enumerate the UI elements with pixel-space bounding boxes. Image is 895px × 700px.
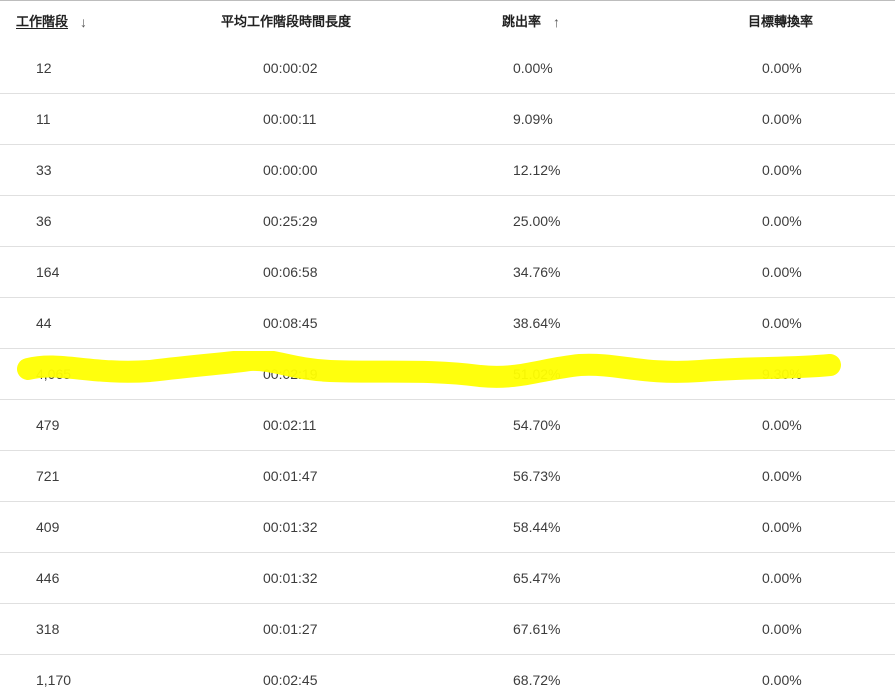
bounce-rate-cell: 68.72%: [513, 672, 561, 688]
avg-duration-cell: 00:06:58: [263, 264, 318, 280]
goal-conversion-cell: 0.00%: [762, 519, 802, 535]
goal-conversion-cell: 0.00%: [762, 417, 802, 433]
sessions-cell: 1,170: [36, 672, 72, 688]
goal-conversion-cell: 9.30%: [762, 366, 802, 382]
avg-duration-cell: 00:08:45: [263, 315, 318, 331]
bounce-rate-cell: 25.00%: [513, 213, 561, 229]
table-row: 1,170 00:02:45 68.72% 0.00%: [0, 655, 895, 700]
table-row: 11 00:00:11 9.09% 0.00%: [0, 94, 895, 145]
avg-duration-cell: 00:02:45: [263, 672, 318, 688]
goal-conversion-cell: 0.00%: [762, 60, 802, 76]
bounce-rate-cell: 34.76%: [513, 264, 561, 280]
bounce-rate-header-label[interactable]: 跳出率: [502, 14, 541, 29]
bounce-rate-cell: 56.73%: [513, 468, 561, 484]
avg-duration-cell: 00:01:27: [263, 621, 318, 637]
table-row: 479 00:02:11 54.70% 0.00%: [0, 400, 895, 451]
sessions-cell: 33: [36, 162, 52, 178]
avg-duration-cell: 00:00:00: [263, 162, 318, 178]
analytics-table: 工作階段 ↓ 平均工作階段時間長度 跳出率 ↑ 目標轉換率 12 00:00:02 0.…: [0, 0, 895, 700]
bounce-rate-cell: 67.61%: [513, 621, 561, 637]
table-row: 33 00:00:00 12.12% 0.00%: [0, 145, 895, 196]
bounce-rate-cell: 12.12%: [513, 162, 561, 178]
avg-duration-cell: 00:02:11: [263, 417, 317, 433]
goal-conversion-cell: 0.00%: [762, 315, 802, 331]
sessions-column-header[interactable]: 工作階段 ↓: [16, 1, 87, 43]
goal-conversion-cell: 0.00%: [762, 570, 802, 586]
table-header: 工作階段 ↓ 平均工作階段時間長度 跳出率 ↑ 目標轉換率: [0, 1, 895, 43]
bounce-rate-cell: 9.09%: [513, 111, 553, 127]
sessions-cell: 318: [36, 621, 60, 637]
avg-duration-cell: 00:00:11: [263, 111, 317, 127]
sessions-cell: 44: [36, 315, 52, 331]
avg-duration-cell: 00:00:02: [263, 60, 318, 76]
goal-conversion-cell: 0.00%: [762, 264, 802, 280]
sort-descending-icon[interactable]: ↓: [80, 1, 87, 43]
sessions-cell: 36: [36, 213, 52, 229]
sessions-cell: 446: [36, 570, 60, 586]
table-row: 446 00:01:32 65.47% 0.00%: [0, 553, 895, 604]
bounce-rate-cell: 51.02%: [513, 366, 561, 382]
sessions-cell: 479: [36, 417, 60, 433]
bounce-rate-cell: 54.70%: [513, 417, 561, 433]
sessions-cell: 12: [36, 60, 52, 76]
sessions-cell: 4,065: [36, 366, 72, 382]
bounce-rate-column-header[interactable]: 跳出率 ↑: [502, 1, 560, 43]
goal-conversion-column-header[interactable]: 目標轉換率: [748, 1, 813, 43]
sessions-cell: 11: [36, 111, 51, 127]
table-row: 12 00:00:02 0.00% 0.00%: [0, 43, 895, 94]
goal-conversion-cell: 0.00%: [762, 111, 802, 127]
sessions-cell: 409: [36, 519, 60, 535]
table-row: 318 00:01:27 67.61% 0.00%: [0, 604, 895, 655]
avg-duration-cell: 00:02:19: [263, 366, 318, 382]
table-body: 12 00:00:02 0.00% 0.00% 11 00:00:11 9.09% 0.00%…: [0, 43, 895, 700]
bounce-rate-cell: 65.47%: [513, 570, 561, 586]
goal-conversion-cell: 0.00%: [762, 468, 802, 484]
table-row: 4,065 00:02:19 51.02% 9.30%: [0, 349, 895, 400]
sessions-cell: 164: [36, 264, 60, 280]
goal-conversion-cell: 0.00%: [762, 672, 802, 688]
table-row: 44 00:08:45 38.64% 0.00%: [0, 298, 895, 349]
sessions-cell: 721: [36, 468, 60, 484]
avg-duration-cell: 00:25:29: [263, 213, 318, 229]
avg-duration-cell: 00:01:32: [263, 519, 318, 535]
table-row: 36 00:25:29 25.00% 0.00%: [0, 196, 895, 247]
goal-conversion-cell: 0.00%: [762, 621, 802, 637]
sort-ascending-icon[interactable]: ↑: [553, 1, 560, 43]
goal-conversion-cell: 0.00%: [762, 213, 802, 229]
table-row: 164 00:06:58 34.76% 0.00%: [0, 247, 895, 298]
goal-conversion-header-label[interactable]: 目標轉換率: [748, 14, 813, 29]
table-row: 721 00:01:47 56.73% 0.00%: [0, 451, 895, 502]
table-row: 409 00:01:32 58.44% 0.00%: [0, 502, 895, 553]
bounce-rate-cell: 58.44%: [513, 519, 561, 535]
avg-duration-header-label[interactable]: 平均工作階段時間長度: [221, 14, 351, 29]
avg-duration-column-header[interactable]: 平均工作階段時間長度: [221, 1, 351, 43]
bounce-rate-cell: 38.64%: [513, 315, 561, 331]
bounce-rate-cell: 0.00%: [513, 60, 553, 76]
avg-duration-cell: 00:01:32: [263, 570, 318, 586]
sessions-header-label[interactable]: 工作階段: [16, 14, 68, 29]
goal-conversion-cell: 0.00%: [762, 162, 802, 178]
avg-duration-cell: 00:01:47: [263, 468, 318, 484]
